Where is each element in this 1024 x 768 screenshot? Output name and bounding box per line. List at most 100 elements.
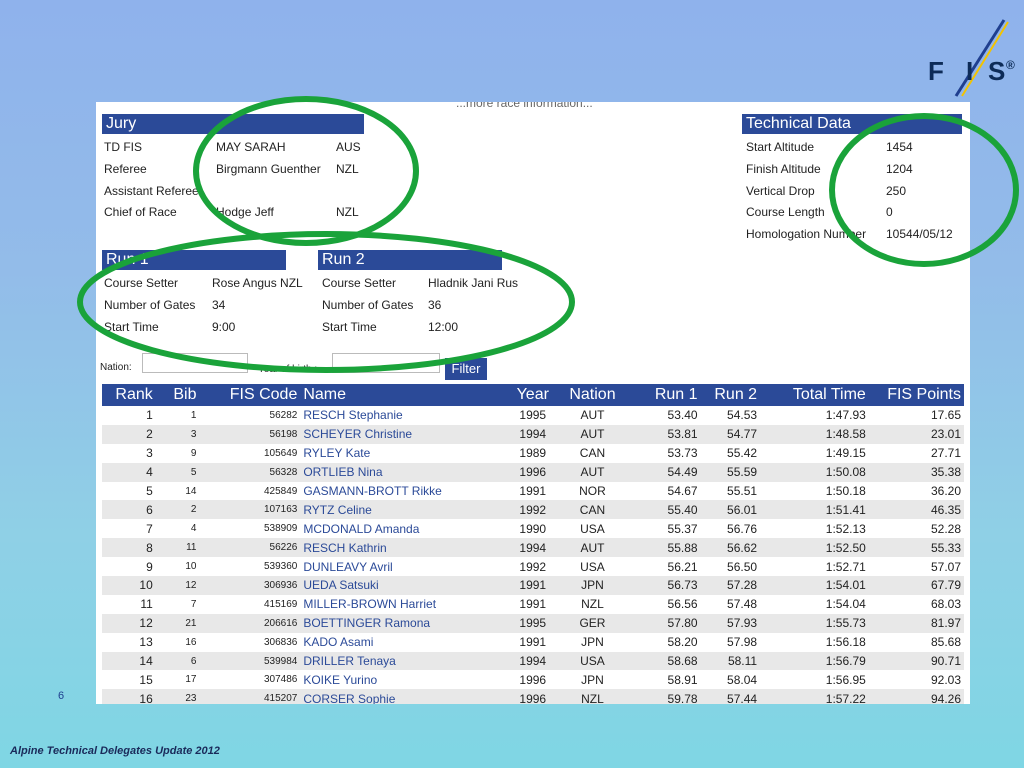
cell-fis-code: 56226 (199, 538, 301, 558)
cell-nation: USA (555, 651, 630, 671)
cell-run2: 58.11 (700, 651, 761, 671)
cell-name[interactable]: RYTZ Celine (300, 500, 510, 520)
table-row[interactable]: 9 10 539360 DUNLEAVY Avril 1992 USA 56.21 56.50… (102, 557, 964, 577)
cell-name[interactable]: MILLER-BROWN Harriet (300, 594, 510, 614)
cell-fis-points: 23.01 (868, 424, 964, 444)
nation-filter-input[interactable] (142, 353, 248, 373)
column-header-fis-code[interactable]: FIS Code (199, 384, 301, 406)
column-header-year[interactable]: Year (509, 384, 556, 406)
run2-gates-label: Number of Gates (322, 298, 414, 312)
cell-fis-code: 307486 (199, 670, 301, 690)
cell-name[interactable]: UEDA Satsuki (300, 576, 510, 595)
cell-nation: JPN (555, 576, 630, 595)
more-race-info-link[interactable]: ...more race information... (456, 102, 593, 110)
cell-rank: 16 (102, 689, 156, 704)
cell-fis-points: 81.97 (868, 613, 964, 633)
column-header-total-time[interactable]: Total Time (760, 384, 869, 406)
cell-year: 1996 (509, 689, 556, 704)
table-row[interactable]: 3 9 105649 RYLEY Kate 1989 CAN 53.73 55.42 1:49.… (102, 443, 964, 463)
cell-name[interactable]: KADO Asami (300, 632, 510, 652)
cell-name[interactable]: KOIKE Yurino (300, 670, 510, 690)
column-header-nation[interactable]: Nation (555, 384, 630, 406)
cell-nation: JPN (555, 632, 630, 652)
table-row[interactable]: 10 12 306936 UEDA Satsuki 1991 JPN 56.73 57.28 1… (102, 576, 964, 595)
cell-nation: AUT (555, 538, 630, 558)
cell-name[interactable]: ORTLIEB Nina (300, 462, 510, 482)
table-row[interactable]: 2 3 56198 SCHEYER Christine 1994 AUT 53.81 54.7… (102, 424, 964, 444)
cell-fis-points: 55.33 (868, 538, 964, 558)
cell-fis-points: 85.68 (868, 632, 964, 652)
run1-start: 9:00 (212, 320, 236, 334)
cell-name[interactable]: MCDONALD Amanda (300, 519, 510, 539)
cell-year: 1994 (509, 651, 556, 671)
table-row[interactable]: 14 6 539984 DRILLER Tenaya 1994 USA 58.68 58.11… (102, 651, 964, 671)
table-row[interactable]: 16 23 415207 CORSER Sophie 1996 NZL 59.78 57.44… (102, 689, 964, 704)
jury-header: Jury (102, 114, 364, 134)
column-header-run1[interactable]: Run 1 (629, 384, 701, 406)
cell-rank: 6 (102, 500, 156, 520)
cell-bib: 5 (155, 462, 200, 482)
cell-year: 1992 (509, 557, 556, 577)
cell-run1: 53.73 (629, 443, 701, 463)
page-number: 6 (58, 690, 65, 702)
filter-button[interactable]: Filter (445, 358, 487, 380)
table-row[interactable]: 7 4 538909 MCDONALD Amanda 1990 USA 55.37 56.76… (102, 519, 964, 539)
cell-fis-code: 539360 (199, 557, 301, 577)
cell-bib: 6 (155, 651, 200, 671)
cell-rank: 9 (102, 557, 156, 577)
cell-year: 1991 (509, 594, 556, 614)
run1-gates-label: Number of Gates (104, 298, 196, 312)
column-header-fis-points[interactable]: FIS Points (868, 384, 964, 406)
tech-value: 250 (886, 184, 907, 198)
year-filter-input[interactable] (332, 353, 440, 373)
cell-bib: 11 (155, 538, 200, 558)
cell-total-time: 1:48.58 (760, 424, 869, 444)
column-header-bib[interactable]: Bib (155, 384, 200, 406)
cell-name[interactable]: RYLEY Kate (300, 443, 510, 463)
cell-name[interactable]: CORSER Sophie (300, 689, 510, 704)
cell-rank: 11 (102, 594, 156, 614)
jury-name: Birgmann Guenther (216, 162, 321, 176)
table-row[interactable]: 15 17 307486 KOIKE Yurino 1996 JPN 58.91 58.04 1… (102, 670, 964, 690)
cell-name[interactable]: RESCH Stephanie (300, 406, 510, 425)
table-row[interactable]: 1 1 56282 RESCH Stephanie 1995 AUT 53.40 54.53 1… (102, 406, 964, 425)
cell-total-time: 1:52.13 (760, 519, 869, 539)
tech-label: Finish Altitude (746, 162, 821, 176)
table-row[interactable]: 8 11 56226 RESCH Kathrin 1994 AUT 55.88 56.62 1:… (102, 538, 964, 558)
table-row[interactable]: 13 16 306836 KADO Asami 1991 JPN 58.20 57.98 1:5… (102, 632, 964, 652)
table-row[interactable]: 5 14 425849 GASMANN-BROTT Rikke 1991 NOR 54.67… (102, 481, 964, 501)
results-table-body: 1 1 56282 RESCH Stephanie 1995 AUT 53.40 54.53 1… (102, 406, 964, 704)
cell-run2: 56.01 (700, 500, 761, 520)
cell-bib: 23 (155, 689, 200, 704)
cell-total-time: 1:50.18 (760, 481, 869, 501)
cell-run1: 56.73 (629, 576, 701, 595)
cell-name[interactable]: DUNLEAVY Avril (300, 557, 510, 577)
cell-name[interactable]: GASMANN-BROTT Rikke (300, 481, 510, 501)
cell-bib: 3 (155, 424, 200, 444)
table-row[interactable]: 11 7 415169 MILLER-BROWN Harriet 1991 NZL 56.5… (102, 594, 964, 614)
cell-year: 1989 (509, 443, 556, 463)
cell-rank: 14 (102, 651, 156, 671)
cell-fis-code: 415207 (199, 689, 301, 704)
cell-name[interactable]: SCHEYER Christine (300, 424, 510, 444)
cell-fis-points: 46.35 (868, 500, 964, 520)
nation-filter-label: Nation: (100, 362, 132, 373)
cell-bib: 16 (155, 632, 200, 652)
table-row[interactable]: 12 21 206616 BOETTINGER Ramona 1995 GER 57.80 5… (102, 613, 964, 633)
cell-total-time: 1:54.01 (760, 576, 869, 595)
column-header-name[interactable]: Name (300, 384, 510, 406)
cell-nation: NOR (555, 481, 630, 501)
cell-name[interactable]: BOETTINGER Ramona (300, 613, 510, 633)
cell-rank: 10 (102, 576, 156, 595)
column-header-run2[interactable]: Run 2 (700, 384, 761, 406)
table-row[interactable]: 6 2 107163 RYTZ Celine 1992 CAN 55.40 56.01 1:51… (102, 500, 964, 520)
run1-course-setter: Rose Angus NZL (212, 276, 303, 290)
cell-run1: 56.21 (629, 557, 701, 577)
cell-name[interactable]: DRILLER Tenaya (300, 651, 510, 671)
column-header-rank[interactable]: Rank (102, 384, 156, 406)
table-row[interactable]: 4 5 56328 ORTLIEB Nina 1996 AUT 54.49 55.59 1:50… (102, 462, 964, 482)
cell-run2: 54.77 (700, 424, 761, 444)
cell-fis-points: 92.03 (868, 670, 964, 690)
cell-name[interactable]: RESCH Kathrin (300, 538, 510, 558)
cell-run2: 56.50 (700, 557, 761, 577)
